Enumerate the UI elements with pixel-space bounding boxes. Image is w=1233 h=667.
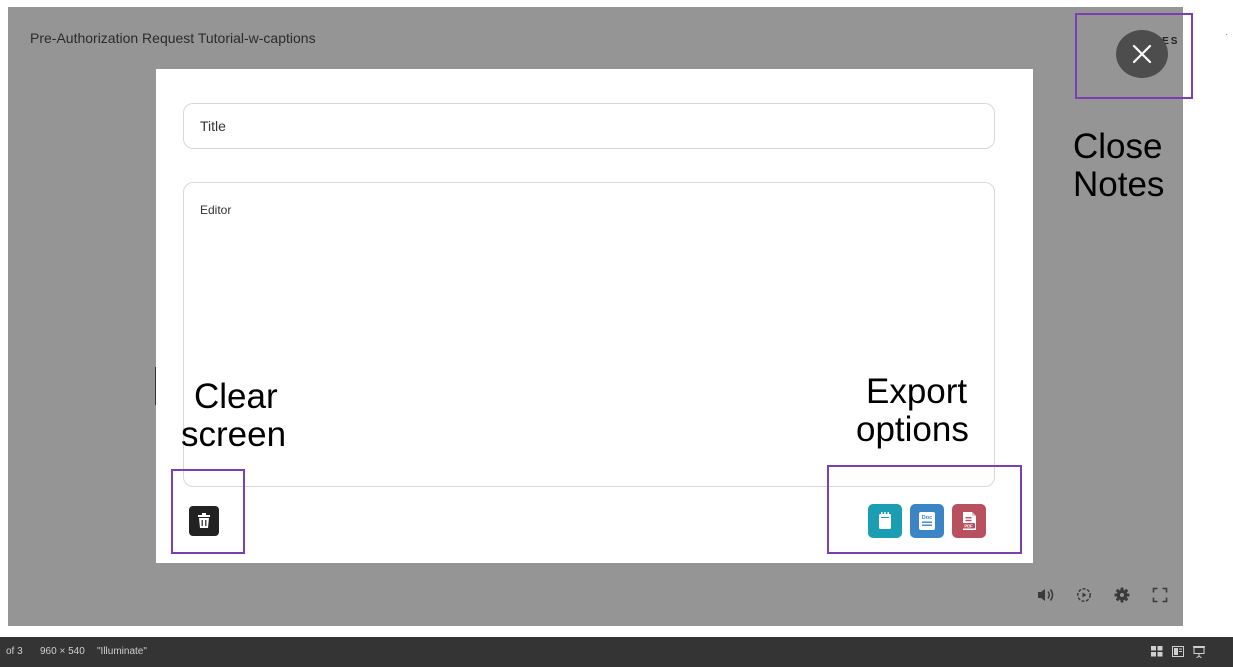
reading-view-icon[interactable] <box>1172 646 1184 657</box>
slide-dimensions: 960 × 540 <box>40 646 85 657</box>
export-options-caption: Export options <box>856 373 969 449</box>
slide-counter: of 3 <box>6 646 23 657</box>
close-highlight-box <box>1075 13 1193 99</box>
close-notes-caption: Close Notes <box>1073 128 1164 204</box>
normal-view-icon[interactable] <box>1151 646 1163 657</box>
caption-line: Close <box>1073 127 1163 166</box>
title-input[interactable] <box>183 103 995 149</box>
caption-line: screen <box>181 414 287 454</box>
caption-line: options <box>856 409 969 449</box>
export-highlight-box <box>827 465 1022 554</box>
settings-gear-icon[interactable] <box>1114 587 1130 603</box>
caption-line: Notes <box>1073 164 1165 204</box>
volume-icon[interactable] <box>1037 587 1055 603</box>
status-bar: of 3 960 × 540 "Illuminate" <box>0 637 1233 667</box>
editor-placeholder: Editor <box>200 203 232 217</box>
clear-screen-caption: Clear screen <box>181 378 286 454</box>
caption-line: Clear <box>194 377 278 416</box>
clear-highlight-box <box>171 469 245 554</box>
speed-icon[interactable] <box>1076 587 1092 603</box>
fullscreen-icon[interactable] <box>1152 587 1168 603</box>
edge-indicator: · <box>1225 29 1229 40</box>
theme-name: "Illuminate" <box>97 646 147 657</box>
slideshow-icon[interactable] <box>1193 646 1205 658</box>
video-title: Pre-Authorization Request Tutorial-w-cap… <box>30 30 316 46</box>
caption-line: Export <box>866 372 968 411</box>
